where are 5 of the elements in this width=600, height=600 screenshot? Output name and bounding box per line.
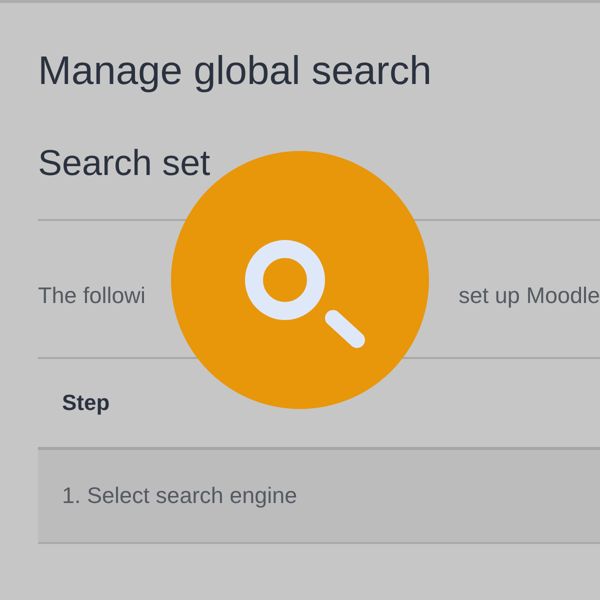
intro-text: set up Moodle (458, 283, 600, 309)
section-title: Search set (38, 141, 212, 185)
table-row: 1. Select search engine (38, 450, 600, 544)
intro-text: The followi (38, 283, 146, 309)
page-title: Manage global search (38, 48, 433, 95)
